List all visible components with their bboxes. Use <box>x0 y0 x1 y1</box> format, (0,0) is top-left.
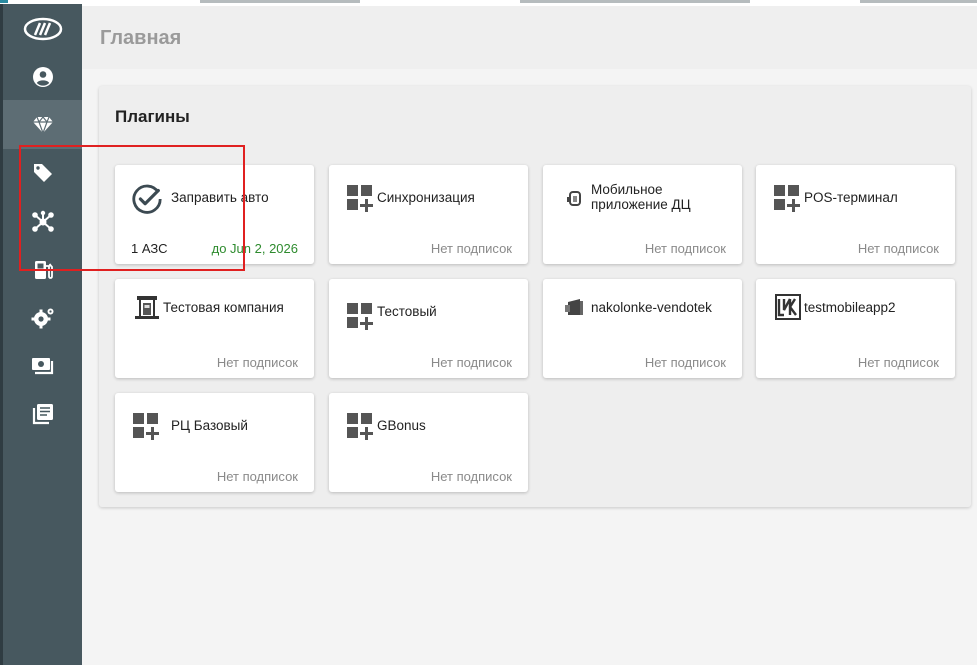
sidebar-item-fuel[interactable] <box>3 245 82 294</box>
plugin-name: POS-терминал <box>804 190 898 205</box>
plugins-panel: Плагины Заправить авто 1 АЗС до Jun 2, 2… <box>99 86 971 507</box>
check-circle-icon <box>131 183 163 215</box>
tag-icon <box>33 163 52 182</box>
plugin-card-pos-terminal[interactable]: POS-терминал Нет подписок <box>756 165 955 264</box>
logo-icon <box>23 17 62 40</box>
plugin-card-testmobileapp2[interactable]: testmobileapp2 Нет подписок <box>756 279 955 378</box>
plugin-name: Мобильное приложение ДЦ <box>591 182 691 212</box>
sidebar-item-network[interactable] <box>3 197 82 246</box>
main-content: Главная Плагины Заправить авто 1 АЗС до … <box>82 6 977 665</box>
widgets-add-icon <box>345 301 377 333</box>
plugin-status: Нет подписок <box>216 355 298 370</box>
widgets-add-icon <box>345 183 377 215</box>
plugin-name: РЦ Базовый <box>171 418 248 433</box>
fuel-pump-icon <box>34 260 53 279</box>
plugin-status: Нет подписок <box>216 469 298 484</box>
diamond-icon <box>32 115 53 134</box>
plugin-card-test-company[interactable]: Тестовая компания Нет подписок <box>115 279 314 378</box>
sidebar-item-library[interactable] <box>3 389 82 438</box>
plugin-name: Тестовый <box>377 304 437 319</box>
plugin-name: GBonus <box>377 418 426 433</box>
plugin-expiry: до Jun 2, 2026 <box>211 241 298 256</box>
plugin-card-sync[interactable]: Синхронизация Нет подписок <box>329 165 528 264</box>
plugin-name: nakolonke-vendotek <box>591 300 712 315</box>
account-icon <box>32 66 53 87</box>
plugin-station-count: 1 АЗС <box>131 241 168 256</box>
sidebar-logo[interactable] <box>3 4 82 53</box>
plugin-name: Синхронизация <box>377 190 475 205</box>
plugin-card-test[interactable]: Тестовый Нет подписок <box>329 279 528 378</box>
terminal-device-icon <box>559 291 591 323</box>
sidebar-item-plugins[interactable] <box>3 100 82 149</box>
plugin-status: Нет подписок <box>857 241 939 256</box>
gas-station-icon <box>131 291 163 323</box>
plugin-card-mobile-app[interactable]: Мобильное приложение ДЦ Нет подписок <box>543 165 742 264</box>
plugin-status: Нет подписок <box>430 469 512 484</box>
sidebar <box>0 4 82 665</box>
mobile-app-icon <box>559 183 591 215</box>
page-title: Главная <box>100 27 182 49</box>
lukoil-logo-icon <box>772 291 804 323</box>
panel-title: Плагины <box>115 107 190 126</box>
plugin-name: Тестовая компания <box>163 300 284 315</box>
plugin-card-refuel[interactable]: Заправить авто 1 АЗС до Jun 2, 2026 <box>115 165 314 264</box>
plugin-name: testmobileapp2 <box>804 300 896 315</box>
plugin-status: Нет подписок <box>430 355 512 370</box>
plugin-status: Нет подписок <box>857 355 939 370</box>
network-icon <box>31 210 54 232</box>
plugin-card-gbonus[interactable]: GBonus Нет подписок <box>329 393 528 492</box>
plugin-status: Нет подписок <box>644 241 726 256</box>
plugin-status: Нет подписок <box>430 241 512 256</box>
settings-icon <box>31 308 53 328</box>
sidebar-item-cash[interactable] <box>3 341 82 390</box>
library-icon <box>32 403 53 424</box>
page-header: Главная <box>82 6 977 69</box>
sidebar-item-account[interactable] <box>3 52 82 101</box>
plugin-name: Заправить авто <box>171 190 269 205</box>
plugin-status: Нет подписок <box>644 355 726 370</box>
cash-icon <box>31 357 53 374</box>
widgets-add-icon <box>131 411 163 443</box>
plugin-card-rc-basic[interactable]: РЦ Базовый Нет подписок <box>115 393 314 492</box>
plugin-card-nakolonke[interactable]: nakolonke-vendotek Нет подписок <box>543 279 742 378</box>
widgets-add-icon <box>345 411 377 443</box>
sidebar-item-settings[interactable] <box>3 293 82 342</box>
widgets-add-icon <box>772 183 804 215</box>
sidebar-item-tags[interactable] <box>3 148 82 197</box>
